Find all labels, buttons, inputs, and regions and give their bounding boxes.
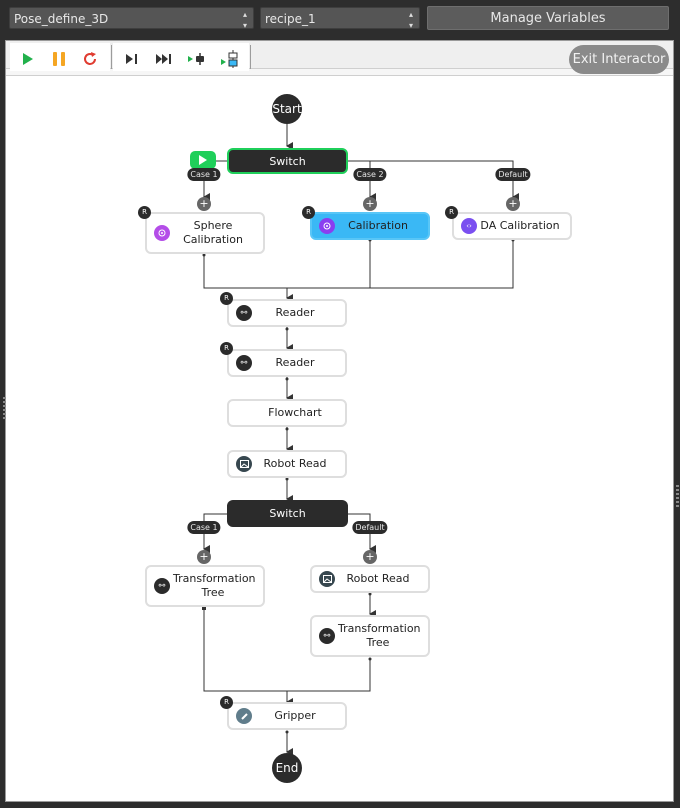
node-label: Robot Read — [346, 572, 410, 585]
current-node-play-icon — [190, 151, 216, 169]
node-label: Reader — [275, 356, 315, 369]
node-label: Reader — [275, 306, 315, 319]
node-label: Gripper — [274, 709, 316, 722]
target-icon — [319, 218, 335, 234]
case-label: Default — [352, 521, 388, 534]
node-label: Calibration — [348, 219, 408, 232]
node-label: Transformation Tree — [338, 622, 421, 649]
add-node-button[interactable]: + — [197, 197, 211, 211]
node-transformation-tree-left[interactable]: ⚯ Transformation Tree — [145, 565, 265, 607]
node-calibration[interactable]: Calibration — [310, 212, 430, 240]
link-icon: ⚯ — [154, 578, 170, 594]
image-icon — [236, 456, 252, 472]
start-node[interactable]: Start — [272, 94, 302, 124]
add-node-button[interactable]: + — [197, 550, 211, 564]
case-label: Default — [495, 168, 531, 181]
link-icon: ⚯ — [319, 628, 335, 644]
node-robot-read-right[interactable]: Robot Read — [310, 565, 430, 593]
node-label: DA Calibration — [480, 219, 560, 232]
node-transformation-tree-right[interactable]: ⚯ Transformation Tree — [310, 615, 430, 657]
reentrant-badge: R — [302, 206, 315, 219]
link-icon: ⚯ — [236, 355, 252, 371]
node-label: Flowchart — [268, 406, 322, 419]
reentrant-badge: R — [220, 292, 233, 305]
add-node-button[interactable]: + — [506, 197, 520, 211]
node-reader-1[interactable]: ⚯ Reader — [227, 299, 347, 327]
switch-node-1[interactable]: Switch — [227, 148, 348, 174]
code-icon: ‹› — [461, 218, 477, 234]
node-flowchart[interactable]: Flowchart — [227, 399, 347, 427]
reentrant-badge: R — [138, 206, 151, 219]
reentrant-badge: R — [220, 696, 233, 709]
target-icon — [154, 225, 170, 241]
node-label: Robot Read — [263, 457, 327, 470]
node-robot-read[interactable]: Robot Read — [227, 450, 347, 478]
image-icon — [319, 571, 335, 587]
link-icon: ⚯ — [236, 305, 252, 321]
case-label: Case 2 — [353, 168, 387, 181]
switch-node-2[interactable]: Switch — [227, 500, 348, 527]
case-label: Case 1 — [187, 521, 221, 534]
reentrant-badge: R — [445, 206, 458, 219]
node-gripper[interactable]: Gripper — [227, 702, 347, 730]
end-node[interactable]: End — [272, 753, 302, 783]
add-node-button[interactable]: + — [363, 197, 377, 211]
node-reader-2[interactable]: ⚯ Reader — [227, 349, 347, 377]
node-da-calibration[interactable]: ‹› DA Calibration — [452, 212, 572, 240]
reentrant-badge: R — [220, 342, 233, 355]
case-label: Case 1 — [187, 168, 221, 181]
node-sphere-calibration[interactable]: Sphere Calibration — [145, 212, 265, 254]
add-node-button[interactable]: + — [363, 550, 377, 564]
pen-icon — [236, 708, 252, 724]
node-label: Transformation Tree — [173, 572, 256, 599]
